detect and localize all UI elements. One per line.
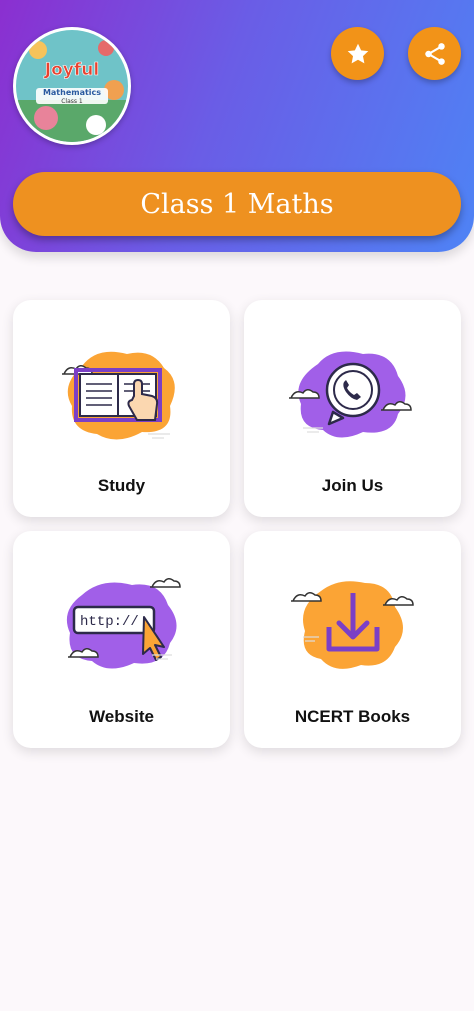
logo-subtitle: Mathematics <box>43 88 101 97</box>
share-icon <box>424 42 445 65</box>
star-icon <box>347 43 368 63</box>
whatsapp-icon <box>288 351 412 438</box>
study-label: Study <box>97 476 146 495</box>
download-icon <box>290 581 414 669</box>
favorite-button[interactable] <box>331 27 384 80</box>
open-book-icon <box>61 351 175 440</box>
header: Joyful Mathematics Class 1 Class 1 Maths <box>0 0 474 252</box>
website-label: Website <box>89 707 154 726</box>
logo-class: Class 1 <box>61 98 83 105</box>
ncert-books-label: NCERT Books <box>294 707 411 726</box>
share-button[interactable] <box>408 27 461 80</box>
ncert-books-card[interactable]: NCERT Books <box>244 531 461 748</box>
join-us-label: Join Us <box>321 476 384 495</box>
book-cover-logo-icon: Joyful Mathematics Class 1 <box>16 30 128 142</box>
browser-url-icon: http:// <box>66 578 181 669</box>
page-title: Class 1 Maths <box>13 172 461 236</box>
study-card[interactable]: Study <box>13 300 230 517</box>
url-text: http:// <box>80 614 139 630</box>
logo-title: Joyful <box>44 60 99 80</box>
website-card[interactable]: http:// Website <box>13 531 230 748</box>
join-us-card[interactable]: Join Us <box>244 300 461 517</box>
app-logo: Joyful Mathematics Class 1 <box>13 27 131 145</box>
